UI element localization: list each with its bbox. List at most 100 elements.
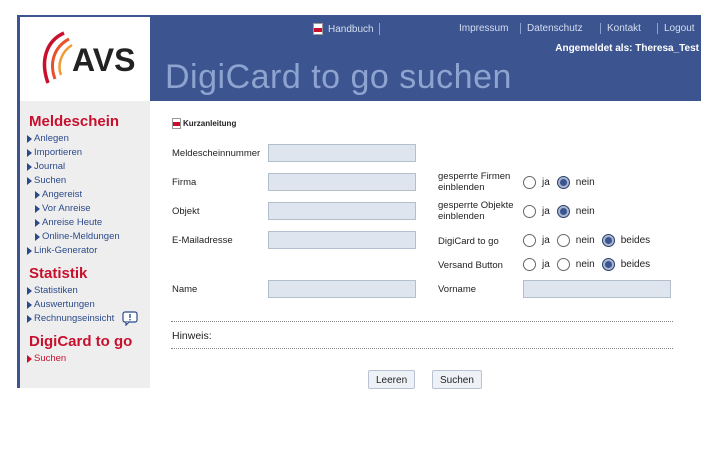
triangle-right-icon xyxy=(27,176,32,185)
sidebar-item-digicard-suchen[interactable]: Suchen xyxy=(27,353,66,364)
triangle-right-icon xyxy=(27,148,32,157)
objekt-label: Objekt xyxy=(172,206,200,217)
radio-nein[interactable] xyxy=(556,205,570,218)
hinweis-label: Hinweis: xyxy=(172,330,212,342)
radio-ja[interactable] xyxy=(523,234,536,247)
sidebar-item-importieren[interactable]: Importieren xyxy=(27,147,82,158)
sidebar-item-anlegen[interactable]: Anlegen xyxy=(27,133,69,144)
radio-label: ja xyxy=(542,206,550,217)
name-input[interactable] xyxy=(268,280,416,298)
triangle-right-icon xyxy=(27,286,32,295)
feedback-icon[interactable] xyxy=(122,311,138,326)
radio-beides[interactable] xyxy=(601,258,615,271)
sidebar: Meldeschein Anlegen Importieren Journal … xyxy=(17,101,150,388)
suchen-button[interactable]: Suchen xyxy=(432,370,482,389)
radio-label: ja xyxy=(542,235,550,246)
radio-nein[interactable] xyxy=(556,234,570,247)
radio-label: ja xyxy=(542,259,550,270)
datenschutz-link[interactable]: Datenschutz xyxy=(520,23,583,34)
radio-label: nein xyxy=(575,177,595,188)
radio-label: nein xyxy=(575,259,595,270)
email-input[interactable] xyxy=(268,231,416,249)
item-label: Angereist xyxy=(42,189,83,200)
radio-ja[interactable] xyxy=(523,205,536,218)
divider xyxy=(379,23,386,35)
handbuch-label: Handbuch xyxy=(328,23,374,35)
logged-in-user: Angemeldet als: Theresa_Test xyxy=(555,43,699,54)
item-label: Statistiken xyxy=(34,285,78,296)
leeren-button[interactable]: Leeren xyxy=(368,370,416,389)
kurzanleitung-label: Kurzanleitung xyxy=(183,119,237,128)
firma-input[interactable] xyxy=(268,173,416,191)
sidebar-item-online-meldungen[interactable]: Online-Meldungen xyxy=(35,231,120,242)
item-label: Link-Generator xyxy=(34,245,98,256)
radio-ja[interactable] xyxy=(523,258,536,271)
gesperrte-objekte-radios: ja nein xyxy=(523,205,602,218)
radio-label: nein xyxy=(575,235,595,246)
sidebar-item-journal[interactable]: Journal xyxy=(27,161,65,172)
sidebar-item-anreise-heute[interactable]: Anreise Heute xyxy=(35,217,102,228)
triangle-right-icon xyxy=(35,190,40,199)
item-label: Auswertungen xyxy=(34,299,95,310)
logout-link[interactable]: Logout xyxy=(657,23,695,34)
pdf-icon xyxy=(172,118,181,129)
vorname-input[interactable] xyxy=(523,280,671,298)
triangle-right-icon xyxy=(27,246,32,255)
radio-beides[interactable] xyxy=(601,234,615,247)
item-label: Journal xyxy=(34,161,66,172)
radio-nein[interactable] xyxy=(556,176,570,189)
name-label: Name xyxy=(172,284,198,295)
radio-nein[interactable] xyxy=(556,258,570,271)
radio-label: ja xyxy=(542,177,550,188)
vorname-label: Vorname xyxy=(438,284,477,295)
impressum-link[interactable]: Impressum xyxy=(459,23,508,34)
objekt-input[interactable] xyxy=(268,202,416,220)
label-line: gesperrte Firmen xyxy=(438,171,511,182)
triangle-right-icon xyxy=(35,232,40,241)
sidebar-item-rechnungseinsicht[interactable]: Rechnungseinsicht xyxy=(27,313,114,324)
triangle-right-icon xyxy=(27,300,32,309)
kurzanleitung-link[interactable]: Kurzanleitung xyxy=(172,118,236,129)
divider xyxy=(171,321,673,322)
sidebar-item-angereist[interactable]: Angereist xyxy=(35,189,82,200)
gesperrte-firmen-radios: ja nein xyxy=(523,176,602,189)
radio-label: beides xyxy=(620,259,651,270)
divider xyxy=(171,348,673,349)
avs-logo[interactable]: AVS xyxy=(20,17,150,103)
sidebar-item-link-generator[interactable]: Link-Generator xyxy=(27,245,97,256)
label-line: einblenden xyxy=(438,211,485,222)
section-meldeschein: Meldeschein xyxy=(29,113,120,130)
kontakt-link[interactable]: Kontakt xyxy=(600,23,641,34)
radio-ja[interactable] xyxy=(523,176,536,189)
section-digicard: DigiCard to go xyxy=(29,333,133,350)
item-label: Online-Meldungen xyxy=(42,231,120,242)
label-line: gesperrte Objekte xyxy=(438,200,514,211)
section-statistik: Statistik xyxy=(29,265,88,282)
gesperrte-objekte-label: gesperrte Objekte einblenden xyxy=(438,200,514,222)
gesperrte-firmen-label: gesperrte Firmen einblenden xyxy=(438,171,510,193)
search-form: Kurzanleitung Meldescheinnummer Firma Ob… xyxy=(150,101,701,389)
item-label: Suchen xyxy=(34,175,67,186)
firma-label: Firma xyxy=(172,177,197,188)
digicard-radios: ja nein beides xyxy=(523,234,657,247)
sidebar-item-statistiken[interactable]: Statistiken xyxy=(27,285,78,296)
app-window: Handbuch Impressum Datenschutz Kontakt L… xyxy=(17,15,701,389)
email-label: E-Mailadresse xyxy=(172,235,233,246)
item-label: Suchen xyxy=(34,353,67,364)
page-title: DigiCard to go suchen xyxy=(165,58,512,96)
radio-label: beides xyxy=(620,235,651,246)
item-label: Anlegen xyxy=(34,133,69,144)
sidebar-item-auswertungen[interactable]: Auswertungen xyxy=(27,299,95,310)
triangle-right-icon xyxy=(27,314,32,323)
item-label: Rechnungseinsicht xyxy=(34,313,115,324)
logo-arc-icon xyxy=(42,31,73,84)
sidebar-item-suchen[interactable]: Suchen xyxy=(27,175,66,186)
handbuch-link[interactable]: Handbuch xyxy=(313,23,374,35)
meldescheinnummer-input[interactable] xyxy=(268,144,416,162)
item-label: Anreise Heute xyxy=(42,217,103,228)
sidebar-item-vor-anreise[interactable]: Vor Anreise xyxy=(35,203,91,214)
triangle-right-icon xyxy=(35,204,40,213)
versand-radios: ja nein beides xyxy=(523,258,657,271)
logo-text: AVS xyxy=(72,42,136,78)
digicard-label: DigiCard to go xyxy=(438,236,499,247)
